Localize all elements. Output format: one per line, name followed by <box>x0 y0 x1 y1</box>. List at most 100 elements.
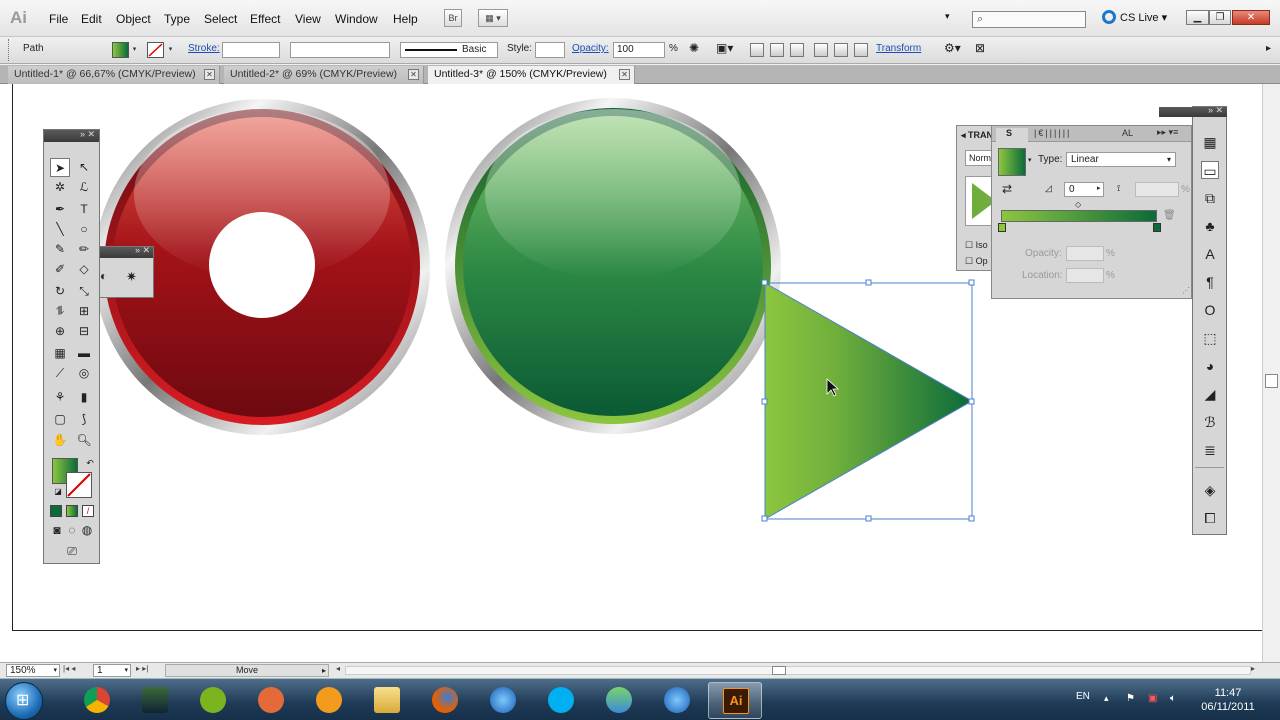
midpoint-diamond-icon[interactable]: ◇ <box>1075 200 1081 209</box>
taskbar-hardware[interactable] <box>128 682 182 719</box>
show-hidden-icons-icon[interactable]: ▴ <box>1104 693 1116 705</box>
minimize-button[interactable]: ▁ <box>1186 10 1209 25</box>
close-tab-icon[interactable]: ✕ <box>619 69 630 80</box>
brush-dropdown[interactable]: Basic <box>400 42 498 58</box>
network-icon[interactable]: ▣ <box>1148 693 1160 705</box>
menu-object[interactable]: Object <box>116 12 151 26</box>
stroke-dropdown-icon[interactable]: ▾ <box>166 42 175 58</box>
artboard-first-prev-icon[interactable]: |◂ ◂ <box>63 664 75 673</box>
zoom-tool-icon[interactable]: 🔍︎ <box>74 431 94 450</box>
gradient-tab[interactable]: S <box>996 128 1028 142</box>
isolate-group-icon[interactable]: ⚙▾ <box>944 41 961 55</box>
width-tool-icon[interactable]: ⥮ <box>50 302 70 321</box>
close-panel-icon[interactable]: » ✕ <box>135 245 150 256</box>
menu-edit[interactable]: Edit <box>81 12 102 26</box>
style-dropdown[interactable] <box>535 42 565 58</box>
tab-untitled-2[interactable]: Untitled-2* @ 69% (CMYK/Preview) ✕ <box>224 66 424 84</box>
stroke-weight-field[interactable] <box>222 42 280 58</box>
align-tab[interactable]: AL <box>1122 128 1133 138</box>
paintbrush-tool-icon[interactable]: ✎ <box>50 240 70 259</box>
align-bottom-icon[interactable] <box>854 43 868 57</box>
arrange-documents-button[interactable]: ▦ ▾ <box>478 9 508 27</box>
character-styles-icon[interactable]: ℬ <box>1201 413 1219 431</box>
graphic-styles-icon[interactable]: ◢ <box>1201 385 1219 403</box>
artboard-next-last-icon[interactable]: ▸ ▸| <box>136 664 148 673</box>
eraser-tool-icon[interactable]: ◇ <box>74 260 94 279</box>
language-indicator[interactable]: EN <box>1076 691 1090 702</box>
delete-stop-icon[interactable]: 🗑︎ <box>1163 210 1176 221</box>
artboard-tool-icon[interactable]: ▢ <box>50 410 70 429</box>
grip-handle[interactable] <box>8 39 12 61</box>
menu-effect[interactable]: Effect <box>250 12 280 26</box>
color-guide-icon[interactable]: ◕ <box>1201 357 1219 375</box>
align-right-icon[interactable] <box>790 43 804 57</box>
swap-colors-icon[interactable]: ↶ <box>80 454 100 473</box>
align-left-icon[interactable] <box>750 43 764 57</box>
reverse-gradient-icon[interactable]: ⇄ <box>1002 182 1012 196</box>
column-graph-tool-icon[interactable]: ▮ <box>74 388 94 407</box>
artboard-navigation[interactable]: 1 ▾ <box>93 664 131 677</box>
gradient-stop-start[interactable] <box>998 223 1006 232</box>
menu-file[interactable]: File <box>49 12 68 26</box>
taskbar-media-player[interactable] <box>302 682 356 719</box>
blend-tool-icon[interactable]: ◎ <box>74 364 94 383</box>
workspace-dropdown[interactable]: ▾ <box>945 11 950 22</box>
variable-width-dropdown[interactable] <box>290 42 390 58</box>
slice-tool-icon[interactable]: ⟆ <box>74 410 94 429</box>
taskbar-skype[interactable] <box>534 682 588 719</box>
angle-dropdown-icon[interactable]: ▸ <box>1097 184 1101 192</box>
taskbar-spotify[interactable] <box>186 682 240 719</box>
draw-inside-icon[interactable]: ◍ <box>77 521 97 540</box>
volume-icon[interactable]: 🔈︎ <box>1170 693 1182 705</box>
perspective-grid-tool-icon[interactable]: ⊟ <box>74 322 94 341</box>
symbol-sprayer-tool-icon[interactable]: ⚘ <box>50 388 70 407</box>
eyedropper-tool-icon[interactable]: ⟋ <box>50 364 70 383</box>
gradient-tool-icon[interactable]: ▬ <box>74 344 94 363</box>
lasso-tool-icon[interactable]: ℒ <box>74 178 94 197</box>
stroke-panel-icon[interactable]: ⧉ <box>1201 189 1219 207</box>
taskbar-firefox[interactable] <box>418 682 472 719</box>
gradient-stop-end[interactable] <box>1153 223 1161 232</box>
align-top-icon[interactable] <box>814 43 828 57</box>
bridge-button[interactable]: Br <box>444 9 462 27</box>
start-button[interactable]: ⊞ <box>5 682 43 720</box>
swatches-icon[interactable]: ▦ <box>1201 133 1219 151</box>
vertical-scrollbar[interactable] <box>1262 84 1280 662</box>
gradient-mode-icon[interactable] <box>66 505 78 517</box>
gradient-type-dropdown[interactable]: Linear ▾ <box>1066 152 1176 167</box>
symbols-icon[interactable]: ♣ <box>1201 217 1219 235</box>
gradient-panel-icon[interactable]: ▭ <box>1201 161 1219 179</box>
clock[interactable]: 11:47 06/11/2011 <box>1196 686 1260 714</box>
mesh-tool-icon[interactable]: ▦ <box>50 344 70 363</box>
opacity-link[interactable]: Opacity: <box>572 43 609 54</box>
gradient-swatch[interactable] <box>998 148 1026 176</box>
isolate-checkbox[interactable]: ☐ Iso <box>965 240 988 251</box>
dock-header[interactable]: » ✕ <box>1159 105 1227 117</box>
stroke-link[interactable]: Stroke: <box>188 43 220 54</box>
free-transform-tool-icon[interactable]: ⊞ <box>74 302 94 321</box>
taskbar-illustrator[interactable]: Ai <box>708 682 762 719</box>
fill-dropdown-icon[interactable]: ▾ <box>130 42 139 58</box>
selection-tool-icon[interactable]: ➤ <box>50 158 70 177</box>
transparency-tab[interactable]: ◂ TRAN <box>961 130 993 141</box>
align-middle-icon[interactable] <box>834 43 848 57</box>
align-panel-icon[interactable]: ≣ <box>1201 441 1219 459</box>
scroll-thumb[interactable] <box>772 666 786 675</box>
close-panel-icon[interactable]: » ✕ <box>80 129 95 140</box>
opacity-field[interactable]: 100 <box>613 42 665 58</box>
stroke-color-swatch[interactable] <box>66 472 92 498</box>
close-button[interactable]: ✕ <box>1232 10 1270 25</box>
restore-button[interactable]: ❐ <box>1209 10 1231 25</box>
menu-select[interactable]: Select <box>204 12 237 26</box>
scroll-thumb[interactable] <box>1265 374 1278 388</box>
gradient-swatch-dropdown-icon[interactable]: ▾ <box>1028 156 1032 164</box>
pencil-tool-icon[interactable]: ✏ <box>74 240 94 259</box>
taskbar-chrome[interactable] <box>70 682 124 719</box>
paragraph-icon[interactable]: ¶ <box>1201 273 1219 291</box>
collapsed-panel-header[interactable]: » ✕ <box>100 245 153 258</box>
transform-panel-icon[interactable]: ⬚ <box>1201 329 1219 347</box>
horizontal-scrollbar[interactable] <box>345 666 1251 675</box>
line-tool-icon[interactable]: ╲ <box>50 220 70 239</box>
taskbar-itunes[interactable] <box>476 682 530 719</box>
none-mode-icon[interactable]: / <box>82 505 94 517</box>
